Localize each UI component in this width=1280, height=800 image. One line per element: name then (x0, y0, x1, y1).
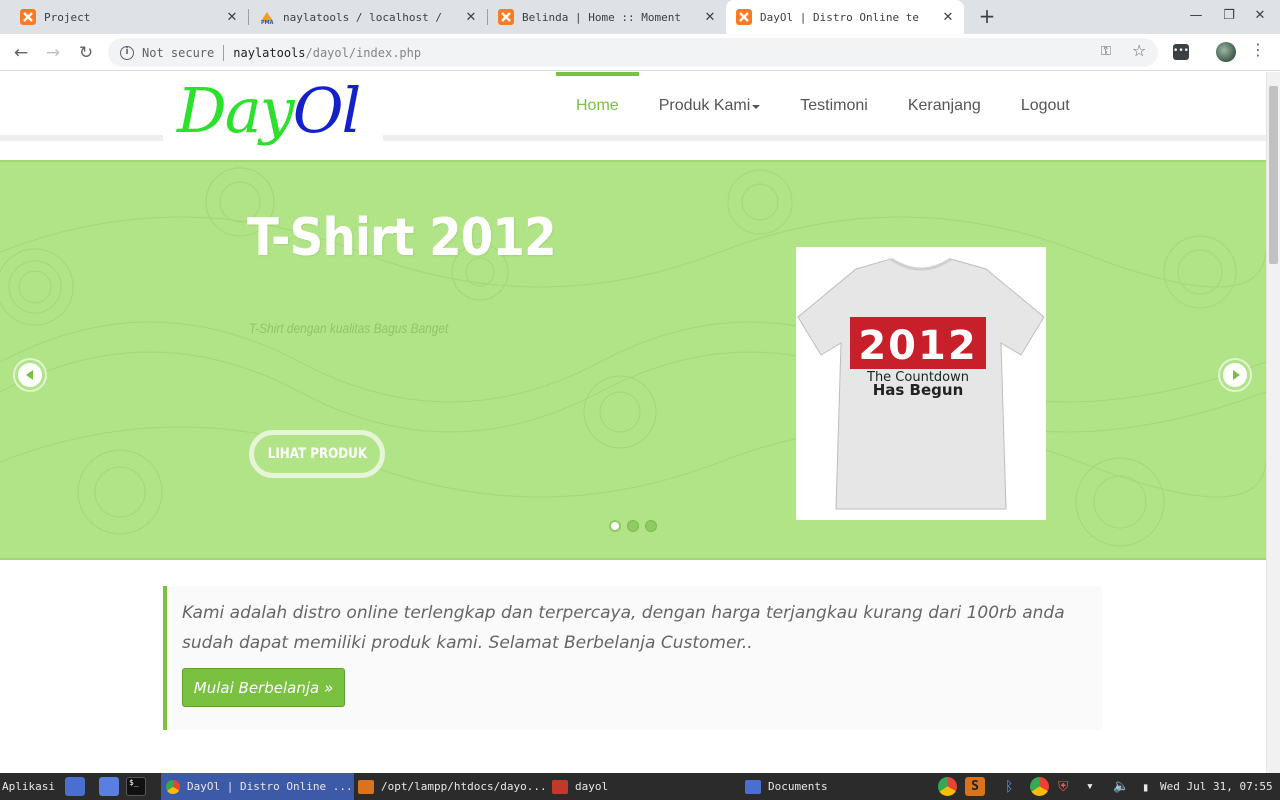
battery-icon[interactable]: ▮ (1142, 773, 1149, 800)
tab-dayol[interactable]: DayOl | Distro Online te ✕ (726, 0, 964, 34)
slider-prev-arrow[interactable] (15, 360, 45, 390)
slider-pagination (609, 520, 657, 532)
extension-icon[interactable]: ••• (1173, 44, 1189, 60)
nav-home[interactable]: Home (556, 72, 639, 135)
site-logo[interactable]: DayOl (163, 72, 383, 160)
chrome-tray-icon-2[interactable] (1030, 777, 1049, 796)
minimize-icon[interactable]: — (1186, 8, 1206, 23)
bluetooth-icon[interactable]: ᛒ (1005, 773, 1013, 800)
lihat-produk-button[interactable]: LIHAT PRODUK (249, 430, 385, 478)
tab-title: Project (44, 10, 91, 24)
wifi-icon[interactable]: ▾ (1086, 773, 1094, 800)
slider-next-arrow[interactable] (1220, 360, 1250, 390)
close-icon[interactable]: ✕ (700, 10, 720, 25)
taskbar-item-editor[interactable]: /opt/lampp/htdocs/dayo... (358, 773, 547, 800)
tab-belinda[interactable]: Belinda | Home :: Moment ✕ (488, 0, 726, 34)
tab-project[interactable]: Project ✕ (0, 0, 248, 34)
xampp-icon (736, 9, 752, 25)
tab-title: Belinda | Home :: Moment (522, 10, 681, 24)
phpmyadmin-icon: PMA (261, 12, 274, 25)
main-nav: Home Produk Kami Testimoni Keranjang Log… (556, 72, 1090, 135)
slider-dot-1[interactable] (609, 520, 621, 532)
sublime-tray-icon[interactable]: S (965, 777, 985, 796)
caret-down-icon (752, 104, 761, 109)
url-text[interactable]: naylatools/dayol/index.php (233, 46, 421, 60)
restore-icon[interactable]: ❐ (1219, 8, 1239, 23)
nav-produk-kami[interactable]: Produk Kami (639, 72, 781, 135)
address-bar[interactable]: i Not secure naylatools/dayol/index.php … (108, 38, 1158, 67)
key-icon[interactable]: ⚿ (1101, 44, 1111, 59)
svg-text:2012: 2012 (858, 323, 977, 369)
slide-title: T-Shirt 2012 (247, 208, 557, 268)
terminal-icon[interactable]: $_ (126, 777, 146, 796)
hero-slider: T-Shirt 2012 T-Shirt dengan kualitas Bag… (0, 160, 1266, 560)
taskbar-item-browser[interactable]: DayOl | Distro Online ... (161, 773, 354, 800)
svg-text:PMA: PMA (261, 20, 274, 25)
nav-logout[interactable]: Logout (1001, 72, 1090, 135)
new-tab-button[interactable]: + (976, 6, 998, 28)
file-manager-icon[interactable] (99, 777, 119, 796)
slider-dot-3[interactable] (645, 520, 657, 532)
tab-title: naylatools / localhost / (283, 10, 442, 24)
profile-avatar[interactable] (1216, 42, 1236, 62)
window-close-icon[interactable]: ✕ (1250, 8, 1270, 23)
taskbar-item-documents[interactable]: Documents (745, 773, 828, 800)
tab-phpmyadmin[interactable]: PMA naylatools / localhost / ✕ (249, 0, 487, 34)
welcome-box: Kami adalah distro online terlengkap dan… (163, 586, 1102, 730)
volume-icon[interactable]: 🔈 (1113, 773, 1129, 800)
slide-description: T-Shirt dengan kualitas Bagus Banget (249, 320, 449, 336)
svg-text:Has Begun: Has Begun (873, 381, 964, 399)
slider-background-pattern (0, 167, 1266, 547)
folder-icon (745, 779, 761, 794)
page-scrollbar[interactable] (1266, 72, 1280, 773)
reload-icon[interactable]: ↻ (75, 42, 97, 64)
workspace-1-icon[interactable] (65, 777, 85, 796)
menu-dots-icon[interactable]: ⋮ (1250, 40, 1266, 59)
welcome-text: Kami adalah distro online terlengkap dan… (182, 603, 1065, 653)
clock[interactable]: Wed Jul 31, 07:55 (1160, 773, 1273, 800)
taskbar-item-folder[interactable]: dayol (552, 773, 608, 800)
chrome-tray-icon[interactable] (938, 777, 957, 796)
close-icon[interactable]: ✕ (938, 10, 958, 25)
bookmark-star-icon[interactable]: ☆ (1132, 41, 1146, 60)
close-icon[interactable]: ✕ (222, 10, 242, 25)
info-icon[interactable]: i (120, 45, 134, 60)
slider-dot-2[interactable] (627, 520, 639, 532)
address-toolbar: ← → ↻ i Not secure naylatools/dayol/inde… (0, 34, 1280, 71)
forward-icon[interactable]: → (42, 42, 64, 64)
folder-icon (552, 779, 568, 794)
nav-testimoni[interactable]: Testimoni (780, 72, 888, 135)
xampp-icon (498, 9, 514, 25)
tshirt-image: 2012 The Countdown Has Begun (796, 247, 1046, 520)
nav-keranjang[interactable]: Keranjang (888, 72, 1001, 135)
shield-icon[interactable]: ⛨ (1058, 773, 1069, 800)
xampp-icon (20, 9, 36, 25)
close-icon[interactable]: ✕ (461, 10, 481, 25)
tab-title: DayOl | Distro Online te (760, 10, 919, 24)
page-viewport: DayOl Home Produk Kami Testimoni Keranja… (0, 72, 1266, 773)
security-label: Not secure (142, 45, 215, 60)
sublime-icon (358, 779, 374, 794)
back-icon[interactable]: ← (10, 42, 32, 64)
applications-menu[interactable]: Aplikasi (2, 773, 55, 800)
chrome-icon (166, 779, 180, 794)
mulai-berbelanja-button[interactable]: Mulai Berbelanja » (182, 668, 345, 707)
os-taskbar: Aplikasi $_ DayOl | Distro Online ... /o… (0, 773, 1280, 800)
tab-strip: Project ✕ PMA naylatools / localhost / ✕… (0, 0, 1280, 34)
